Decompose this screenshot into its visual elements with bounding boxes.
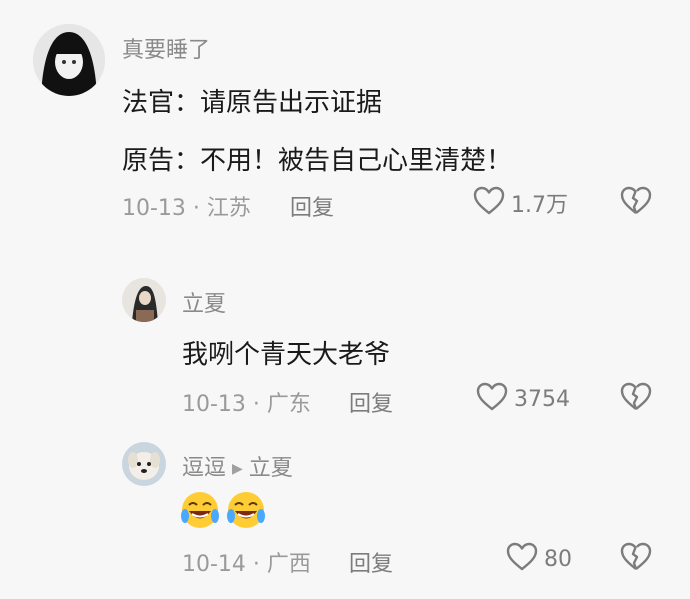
comment-text-line: 原告：不用！被告自己心里清楚！	[122, 146, 513, 176]
broken-heart-icon	[620, 542, 652, 576]
comment-meta: 10-14 · 广西	[182, 546, 311, 578]
meta-separator: ·	[245, 552, 267, 577]
emoji-row	[180, 490, 266, 534]
comment-text-line: 法官：请原告出示证据	[122, 88, 383, 118]
comment-date: 10-13	[182, 392, 246, 417]
username[interactable]: 逗逗	[182, 456, 226, 481]
comment-location: 广西	[266, 552, 311, 577]
heart-outline-icon	[506, 542, 538, 576]
like-count: 3754	[514, 386, 570, 412]
broken-heart-icon	[620, 382, 652, 416]
comment-date: 10-13	[122, 196, 186, 221]
comment-text-line: 我咧个青天大老爷	[182, 340, 391, 370]
reply-header: 逗逗 ▶ 立夏	[182, 450, 293, 482]
meta-separator: ·	[185, 196, 207, 221]
like-button[interactable]: 3754	[476, 382, 570, 416]
heart-outline-icon	[476, 382, 508, 416]
avatar[interactable]	[33, 24, 105, 96]
reply-button[interactable]: 回复	[290, 190, 334, 222]
dislike-button[interactable]	[620, 382, 652, 416]
avatar[interactable]	[122, 278, 166, 322]
meta-separator: ·	[245, 392, 267, 417]
reply-to-username[interactable]: 立夏	[249, 456, 293, 481]
username[interactable]: 立夏	[182, 286, 226, 318]
like-button[interactable]: 80	[506, 542, 572, 576]
comment-location: 广东	[266, 392, 311, 417]
reply-button[interactable]: 回复	[349, 546, 393, 578]
comment-location: 江苏	[206, 196, 251, 221]
username[interactable]: 真要睡了	[122, 32, 210, 64]
comment-meta: 10-13 · 江苏	[122, 190, 251, 222]
like-count: 80	[544, 546, 572, 572]
like-button[interactable]: 1.7万	[473, 186, 568, 220]
dislike-button[interactable]	[620, 186, 652, 220]
comment-meta: 10-13 · 广东	[182, 386, 311, 418]
cry-laugh-emoji	[180, 490, 220, 534]
avatar[interactable]	[122, 442, 166, 486]
reply-item: 逗逗 ▶ 立夏 10-14 · 广西 回复 80	[0, 430, 690, 599]
broken-heart-icon	[620, 186, 652, 220]
dislike-button[interactable]	[620, 542, 652, 576]
like-count: 1.7万	[511, 193, 568, 218]
heart-outline-icon	[473, 186, 505, 220]
comment-date: 10-14	[182, 552, 246, 577]
reply-button[interactable]: 回复	[349, 386, 393, 418]
reply-item: 立夏 我咧个青天大老爷 10-13 · 广东 回复 3754	[0, 270, 690, 420]
cry-laugh-emoji	[226, 490, 266, 534]
triangle-right-icon: ▶	[232, 461, 243, 477]
comment-item: 真要睡了 法官：请原告出示证据 原告：不用！被告自己心里清楚！ 10-13 · …	[0, 0, 690, 230]
